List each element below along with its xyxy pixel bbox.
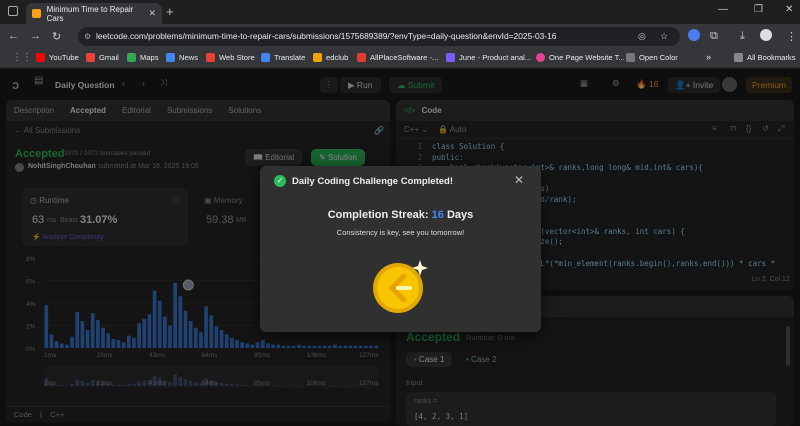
all-bookmarks[interactable]: All Bookmarks	[734, 53, 796, 62]
opencolor-icon	[626, 53, 635, 62]
browser-tab[interactable]: Minimum Time to Repair Cars ✕	[26, 3, 162, 24]
site-info-icon[interactable]: ⚙	[84, 27, 91, 46]
edclub-icon	[313, 53, 322, 62]
profile-avatar[interactable]	[760, 29, 772, 41]
reload-icon[interactable]: ↻	[52, 30, 61, 43]
bookmark-label: All Bookmarks	[747, 53, 796, 62]
bookmark-maps[interactable]: Maps	[127, 53, 159, 62]
modal-message: Consistency is key, see you tomorrow!	[336, 228, 465, 237]
minimize-icon[interactable]: —	[718, 4, 728, 15]
eye-off-icon[interactable]: ◎	[638, 27, 646, 46]
apps-grid-icon[interactable]: ⋮⋮	[12, 52, 32, 63]
bookmark-star-icon[interactable]: ☆	[660, 27, 668, 46]
bookmark-label: edclub	[326, 53, 349, 62]
bookmark-label: Translate	[274, 53, 306, 62]
bookmark-youtube[interactable]: YouTube	[36, 53, 79, 62]
check-circle-icon: ✓	[274, 175, 286, 187]
bookmark-news[interactable]: News	[166, 53, 198, 62]
heart-icon	[536, 53, 545, 62]
gmail-icon	[86, 53, 95, 62]
allplace-icon	[357, 53, 366, 62]
maximize-icon[interactable]: ❐	[754, 4, 763, 15]
leetcode-favicon-icon	[32, 9, 41, 18]
chrome-menu-icon[interactable]: ⋮	[786, 30, 797, 43]
tab-search-icon[interactable]	[8, 6, 18, 16]
bookmark-allplace[interactable]: AllPlaceSoftware -...	[357, 53, 438, 62]
download-icon[interactable]: ⤓	[740, 30, 745, 43]
close-window-icon[interactable]: ✕	[785, 4, 793, 15]
folder-icon	[734, 53, 743, 62]
bookmark-gmail[interactable]: Gmail	[86, 53, 119, 62]
bookmark-label: One Page Website T...	[549, 53, 625, 62]
bookmark-label: Open Color	[639, 53, 678, 62]
webstore-icon	[206, 53, 215, 62]
streak-label: Completion Streak:	[327, 209, 429, 221]
new-tab-icon[interactable]: +	[166, 4, 174, 19]
more-bookmarks-icon[interactable]: »	[706, 52, 711, 62]
back-icon[interactable]: ←	[8, 30, 19, 42]
streak-value: 16	[431, 209, 444, 221]
bookmark-translate[interactable]: Translate	[261, 53, 305, 62]
june-icon	[446, 53, 455, 62]
bookmark-onepage[interactable]: One Page Website T...	[536, 53, 625, 62]
bookmark-label: Web Store	[219, 53, 255, 62]
bookmarks-bar: ⋮⋮ YouTube Gmail Maps News Web Store Tra…	[0, 49, 800, 68]
bookmark-label: AllPlaceSoftware -...	[370, 53, 439, 62]
daily-challenge-modal: ✓ Daily Coding Challenge Completed! ✕ Co…	[260, 166, 541, 332]
leetcode-coin-icon	[373, 260, 428, 313]
bookmark-label: June - Product anal...	[459, 53, 532, 62]
bookmark-label: Gmail	[99, 53, 119, 62]
streak-unit: Days	[446, 209, 474, 221]
modal-title: Daily Coding Challenge Completed!	[292, 176, 453, 187]
bookmark-label: News	[179, 53, 198, 62]
youtube-icon	[36, 53, 45, 62]
url-text: leetcode.com/problems/minimum-time-to-re…	[96, 31, 557, 41]
forward-icon[interactable]: →	[30, 30, 41, 42]
tab-close-icon[interactable]: ✕	[148, 8, 156, 19]
close-modal-icon[interactable]: ✕	[514, 173, 524, 187]
bookmark-june[interactable]: June - Product anal...	[446, 53, 531, 62]
browser-tabstrip: Minimum Time to Repair Cars ✕ + — ❐ ✕	[0, 0, 800, 24]
news-icon	[166, 53, 175, 62]
bookmark-edclub[interactable]: edclub	[313, 53, 348, 62]
bookmark-label: YouTube	[49, 53, 79, 62]
translate-icon	[261, 53, 270, 62]
url-bar[interactable]: ⚙ leetcode.com/problems/minimum-time-to-…	[78, 27, 680, 46]
maps-icon	[127, 53, 136, 62]
streak-line: Completion Streak: 16 Days	[260, 209, 541, 221]
extension-icon[interactable]	[688, 29, 700, 41]
extensions-puzzle-icon[interactable]: ⧉	[710, 30, 718, 43]
tab-title: Minimum Time to Repair Cars	[46, 4, 134, 23]
bookmark-webstore[interactable]: Web Store	[206, 53, 255, 62]
bookmark-label: Maps	[140, 53, 159, 62]
bookmark-opencolor[interactable]: Open Color	[626, 53, 678, 62]
address-toolbar: ← → ↻ ⚙ leetcode.com/problems/minimum-ti…	[0, 24, 800, 49]
